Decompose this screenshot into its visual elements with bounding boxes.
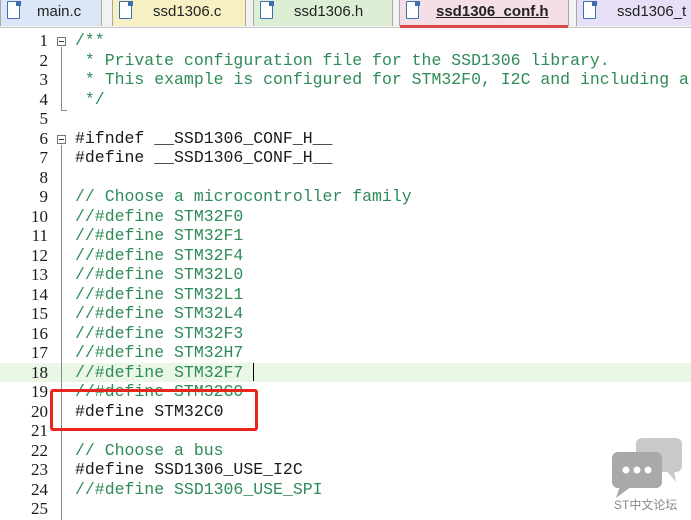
line-number: 21 [31,421,48,440]
code-line[interactable]: 1 /** [0,31,691,51]
code-text: //#define STM32L0 [75,265,244,284]
file-icon [583,0,597,19]
line-number: 14 [31,284,48,304]
code-text: // Choose a microcontroller family [75,187,412,206]
code-editor[interactable]: 1/** 2 * Private configuration file for t… [0,28,691,520]
line-number: 16 [31,323,48,343]
line-number: 2 [39,50,49,70]
file-icon [406,0,420,19]
code-line[interactable]: 17 //#define STM32H7 [0,343,691,363]
code-text: */ [75,89,105,109]
code-text: * This example is configured for STM32F0… [84,70,691,89]
code-text: //#define SSD1306_USE_SPI [75,479,323,499]
code-line[interactable]: 12 //#define STM32F4 [0,246,691,266]
code-text: /** [75,31,105,50]
tab-label: ssd1306_t [617,3,687,20]
line-number: 15 [31,304,48,323]
file-icon [260,0,274,19]
annotation-highlight-box [50,389,258,431]
line-number: 5 [39,109,49,128]
code-text: //#define STM32F3 [75,323,244,343]
line-number: 17 [31,343,48,362]
line-number: 11 [31,226,48,245]
tab-ssd1306-c[interactable]: ssd1306.c [112,0,246,26]
line-number: 24 [31,479,48,499]
line-number: 9 [39,187,49,206]
fold-end [61,110,67,111]
fold-toggle-icon[interactable] [57,135,66,144]
code-line[interactable]: 5 [0,109,691,129]
tab-ssd1306-h[interactable]: ssd1306.h [253,0,393,26]
code-line[interactable]: 3 * This example is configured for STM32… [0,70,691,90]
code-text: // Choose a bus [75,440,224,460]
code-text: //#define STM32F1 [75,226,244,245]
fold-guide [61,145,62,520]
code-line[interactable]: 4 */ [0,90,691,110]
code-text: //#define STM32F4 [75,245,244,265]
line-number: 13 [31,265,48,284]
line-number: 12 [31,245,48,265]
code-text: #define SSD1306_USE_I2C [75,460,303,479]
code-line[interactable]: 14 //#define STM32L1 [0,285,691,305]
text-cursor [253,363,254,381]
code-text: //#define STM32H7 [75,343,244,362]
tab-label: ssd1306_conf.h [436,3,549,20]
code-line[interactable]: 11 //#define STM32F1 [0,226,691,246]
tab-ssd1306-t[interactable]: ssd1306_t [576,0,691,26]
file-icon [7,0,21,19]
code-line[interactable]: 6 #ifndef __SSD1306_CONF_H__ [0,129,691,149]
code-text: //#define STM32L4 [75,304,244,323]
line-number: 22 [31,440,48,460]
code-line[interactable]: 25 [0,499,691,519]
code-line[interactable]: 24 //#define SSD1306_USE_SPI [0,480,691,500]
line-number: 19 [31,382,48,401]
line-number: 3 [39,70,49,89]
file-icon [119,0,133,19]
code-text: #ifndef __SSD1306_CONF_H__ [75,128,333,148]
code-line[interactable]: 8 [0,168,691,188]
line-number: 6 [39,128,49,148]
line-number: 10 [31,206,48,226]
code-line[interactable]: 2 * Private configuration file for the S… [0,51,691,71]
code-line[interactable]: 9 // Choose a microcontroller family [0,187,691,207]
fold-toggle-icon[interactable] [57,37,66,46]
line-number: 4 [39,89,49,109]
tab-main-c[interactable]: main.c [0,0,102,26]
line-number: 18 [31,362,48,382]
fold-guide [61,47,62,110]
line-number: 1 [39,31,49,50]
code-line[interactable]: 13 //#define STM32L0 [0,265,691,285]
code-line[interactable]: 22 // Choose a bus [0,441,691,461]
line-number: 20 [31,401,48,421]
line-number: 7 [39,148,49,167]
code-line[interactable]: 10 //#define STM32F0 [0,207,691,227]
tab-label: ssd1306.h [294,3,364,20]
tab-ssd1306-conf-h[interactable]: ssd1306_conf.h [399,0,569,28]
watermark-label: ST中文论坛 [614,498,678,512]
code-line[interactable]: 7 #define __SSD1306_CONF_H__ [0,148,691,168]
code-text: * Private configuration file for the SSD… [75,50,610,70]
tab-label: ssd1306.c [153,3,222,20]
line-number: 8 [39,167,49,187]
code-text: //#define STM32L1 [75,284,244,304]
tab-label: main.c [37,3,82,20]
code-text: //#define STM32F0 [75,206,244,226]
code-line[interactable]: 23 #define SSD1306_USE_I2C [0,460,691,480]
editor-tab-bar: main.c ssd1306.c ssd1306.h ssd1306_conf.… [0,0,691,28]
code-line[interactable]: 18 //#define STM32F7 [0,362,691,382]
line-number: 25 [31,499,48,518]
code-text: //#define STM32F7 [75,362,244,382]
code-text: #define __SSD1306_CONF_H__ [75,148,333,167]
code-line[interactable]: 16 //#define STM32F3 [0,324,691,344]
line-number: 23 [31,460,48,479]
code-line[interactable]: 15 //#define STM32L4 [0,304,691,324]
